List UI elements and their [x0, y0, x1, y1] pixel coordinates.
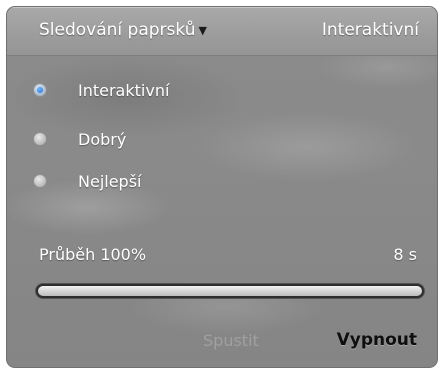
chevron-down-icon: ▼: [198, 23, 207, 37]
progress-label: Průběh 100%: [39, 245, 147, 264]
option-good[interactable]: Dobrý: [33, 126, 126, 152]
option-label: Nejlepší: [78, 171, 142, 191]
option-label: Interaktivní: [78, 80, 170, 100]
ray-tracing-dropdown[interactable]: Sledování paprsků ▼: [39, 20, 207, 40]
radio-interactive[interactable]: [33, 83, 47, 97]
dropdown-label: Sledování paprsků: [39, 20, 196, 40]
current-mode-label: Interaktivní: [321, 20, 419, 40]
radio-good[interactable]: [33, 132, 47, 146]
ray-tracing-panel: Sledování paprsků ▼ Interaktivní Interak…: [6, 6, 438, 368]
radio-selected-dot: [37, 87, 43, 93]
progress-fill: [38, 286, 422, 296]
progress-bar: [35, 283, 425, 299]
option-interactive[interactable]: Interaktivní: [33, 77, 169, 103]
stop-button[interactable]: Vypnout: [337, 330, 417, 350]
progress-time: 8 s: [393, 245, 417, 264]
radio-best[interactable]: [33, 174, 47, 188]
panel-header: Sledování paprsků ▼ Interaktivní: [7, 7, 437, 56]
start-button[interactable]: Spustit: [203, 331, 259, 350]
option-label: Dobrý: [78, 129, 127, 149]
option-best[interactable]: Nejlepší: [33, 168, 141, 194]
